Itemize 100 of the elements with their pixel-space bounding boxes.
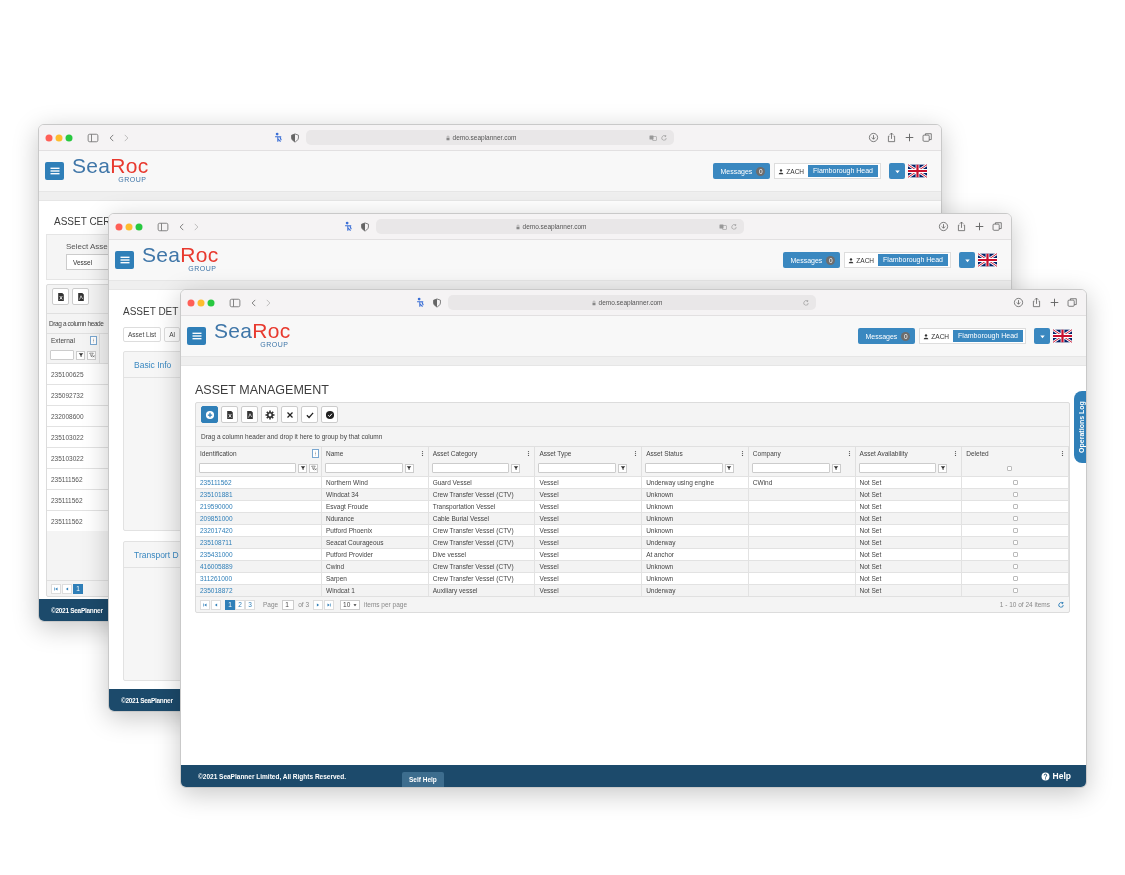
check-circle-icon	[324, 409, 335, 420]
last-page-button[interactable]	[324, 599, 335, 610]
cancel-button[interactable]	[281, 406, 298, 423]
deleted-checkbox[interactable]	[1012, 564, 1018, 569]
translate-icon[interactable]	[649, 133, 657, 142]
menu-button[interactable]	[187, 327, 206, 345]
figure-icon[interactable]	[343, 221, 354, 232]
share-icon[interactable]	[956, 221, 967, 232]
filter-button[interactable]	[618, 463, 628, 473]
sidebar-icon[interactable]	[87, 131, 99, 144]
deleted-checkbox[interactable]	[1012, 504, 1018, 509]
menu-icon	[48, 165, 61, 177]
flag-icon[interactable]	[1053, 328, 1072, 344]
flag-icon[interactable]	[908, 163, 927, 179]
clear-filter-icon	[310, 465, 317, 471]
filter-button[interactable]	[511, 463, 521, 473]
sidebar-icon[interactable]	[229, 296, 241, 309]
share-icon[interactable]	[1031, 297, 1042, 308]
back-icon[interactable]	[249, 297, 259, 308]
menu-button[interactable]	[115, 251, 134, 269]
filter-button[interactable]	[938, 463, 948, 473]
deleted-checkbox[interactable]	[1012, 540, 1018, 545]
settings-button[interactable]	[261, 406, 278, 423]
back-icon[interactable]	[107, 132, 117, 143]
excel-export-button[interactable]	[52, 288, 69, 305]
download-icon[interactable]	[868, 132, 879, 143]
tabs-icon[interactable]	[992, 221, 1003, 232]
shield-icon[interactable]	[290, 132, 300, 143]
figure-icon[interactable]	[415, 297, 426, 308]
deleted-checkbox[interactable]	[1012, 588, 1018, 593]
deleted-checkbox[interactable]	[1012, 480, 1018, 485]
next-page-button[interactable]	[313, 599, 324, 610]
help-link[interactable]: Help	[1040, 771, 1071, 781]
refresh-icon[interactable]	[1057, 600, 1065, 609]
tabs-icon[interactable]	[922, 132, 933, 143]
previous-page-button[interactable]	[62, 583, 72, 594]
shield-icon[interactable]	[432, 297, 442, 308]
sidebar-icon[interactable]	[157, 220, 169, 233]
column-menu-icon[interactable]	[1059, 449, 1066, 458]
filter-button[interactable]	[76, 350, 85, 360]
lock-icon	[514, 223, 521, 230]
filter-button[interactable]	[724, 463, 734, 473]
figure-icon[interactable]	[273, 132, 284, 143]
filter-field[interactable]	[50, 350, 74, 360]
new-tab-icon[interactable]	[1049, 297, 1060, 308]
reload-icon[interactable]	[660, 133, 668, 142]
dropdown-button[interactable]	[1034, 328, 1050, 344]
filter-field[interactable]	[858, 463, 937, 473]
translate-icon[interactable]	[719, 222, 727, 231]
filter-field[interactable]	[199, 463, 296, 473]
download-icon[interactable]	[1013, 297, 1024, 308]
previous-page-button[interactable]	[211, 599, 221, 610]
close-icon	[284, 409, 295, 420]
deleted-checkbox[interactable]	[1012, 576, 1018, 581]
deleted-checkbox[interactable]	[1012, 528, 1018, 533]
dropdown-button[interactable]	[889, 163, 905, 179]
lock-icon	[444, 134, 451, 141]
back-icon[interactable]	[177, 221, 187, 232]
deleted-checkbox[interactable]	[1012, 516, 1018, 521]
settings-icon	[264, 409, 275, 420]
window-controls[interactable]	[45, 133, 73, 142]
page-title: ASSET DET	[123, 305, 179, 319]
column-menu-icon[interactable]	[312, 449, 319, 458]
save-button[interactable]	[301, 406, 318, 423]
reload-icon[interactable]	[730, 222, 738, 231]
window-controls[interactable]	[115, 222, 143, 231]
download-icon[interactable]	[938, 221, 949, 232]
first-page-button[interactable]	[51, 583, 61, 594]
filter-icon	[299, 465, 306, 471]
tabs-icon[interactable]	[1067, 297, 1078, 308]
shield-icon[interactable]	[360, 221, 370, 232]
column-menu-icon[interactable]	[90, 336, 97, 345]
excel-export-button[interactable]	[221, 406, 238, 423]
pdf-export-button[interactable]	[241, 406, 258, 423]
filter-field[interactable]	[751, 463, 830, 473]
add-button[interactable]	[201, 406, 218, 423]
filter-field[interactable]	[325, 463, 403, 473]
approve-button[interactable]	[321, 406, 338, 423]
filter-field[interactable]	[431, 463, 510, 473]
filter-button[interactable]	[404, 463, 414, 473]
pdf-export-button[interactable]	[72, 288, 89, 305]
filter-field[interactable]	[645, 463, 723, 473]
flag-icon[interactable]	[978, 252, 997, 268]
deleted-checkbox[interactable]	[1012, 552, 1018, 557]
dropdown-button[interactable]	[959, 252, 975, 268]
filter-checkbox[interactable]	[1007, 465, 1013, 471]
share-icon[interactable]	[886, 132, 897, 143]
deleted-checkbox[interactable]	[1012, 492, 1018, 497]
new-tab-icon[interactable]	[974, 221, 985, 232]
filter-button[interactable]	[831, 463, 841, 473]
menu-button[interactable]	[45, 162, 64, 180]
filter-icon	[726, 465, 733, 471]
window-controls[interactable]	[187, 298, 215, 307]
filter-field[interactable]	[538, 463, 617, 473]
filter-button[interactable]	[298, 463, 307, 473]
reload-icon[interactable]	[802, 298, 810, 307]
new-tab-icon[interactable]	[904, 132, 915, 143]
first-page-button[interactable]	[200, 599, 210, 610]
filter-icon	[619, 465, 626, 471]
pdf-file-icon	[244, 409, 255, 420]
